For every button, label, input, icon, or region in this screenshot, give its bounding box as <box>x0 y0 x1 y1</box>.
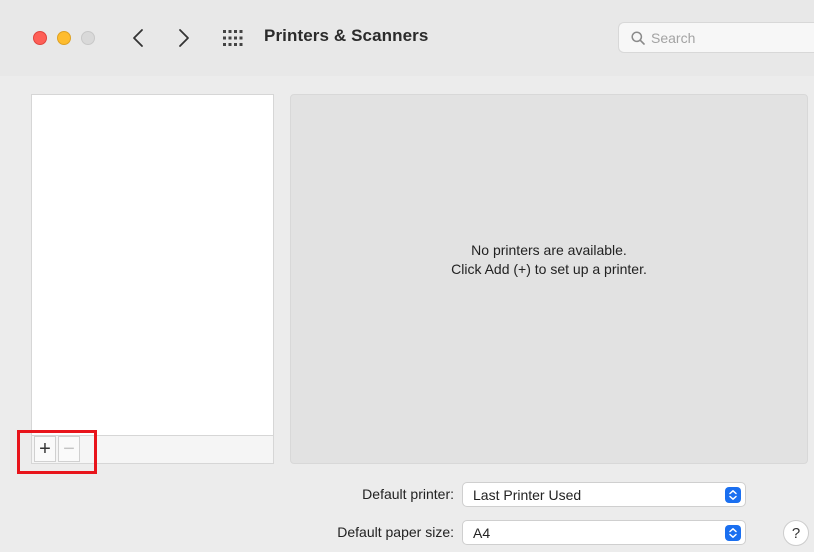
popup-stepper-icon <box>725 487 741 503</box>
add-remove-highlight <box>17 430 97 474</box>
default-paper-size-select[interactable]: A4 <box>462 520 746 545</box>
empty-state-line-1: No printers are available. <box>471 242 627 258</box>
default-printer-value: Last Printer Used <box>473 486 582 503</box>
remove-printer-button[interactable]: − <box>58 436 80 462</box>
close-window-button[interactable] <box>33 31 47 45</box>
empty-state-line-2: Click Add (+) to set up a printer. <box>451 261 647 277</box>
popup-stepper-icon <box>725 525 741 541</box>
empty-state-message: No printers are available. Click Add (+)… <box>291 241 807 279</box>
show-all-button[interactable] <box>222 28 244 48</box>
zoom-window-button[interactable] <box>81 31 95 45</box>
add-printer-button[interactable]: + <box>34 436 56 462</box>
window-toolbar: Printers & Scanners <box>0 0 814 76</box>
printer-detail-panel: No printers are available. Click Add (+)… <box>290 94 808 464</box>
search-input[interactable] <box>651 29 801 46</box>
minimize-window-button[interactable] <box>57 31 71 45</box>
search-field[interactable] <box>618 22 814 53</box>
default-printer-select[interactable]: Last Printer Used <box>462 482 746 507</box>
help-button[interactable]: ? <box>783 520 809 546</box>
default-paper-size-value: A4 <box>473 524 491 541</box>
default-paper-size-label: Default paper size: <box>337 524 454 540</box>
chevron-right-icon <box>179 29 189 47</box>
chevron-left-icon <box>133 29 143 47</box>
default-printer-label: Default printer: <box>362 486 454 502</box>
back-button[interactable] <box>126 24 150 52</box>
magnifier-icon <box>631 30 645 45</box>
window-title: Printers & Scanners <box>264 26 429 45</box>
printer-list[interactable] <box>31 94 274 464</box>
show-all-grid-icon <box>223 30 243 46</box>
forward-button[interactable] <box>172 24 196 52</box>
